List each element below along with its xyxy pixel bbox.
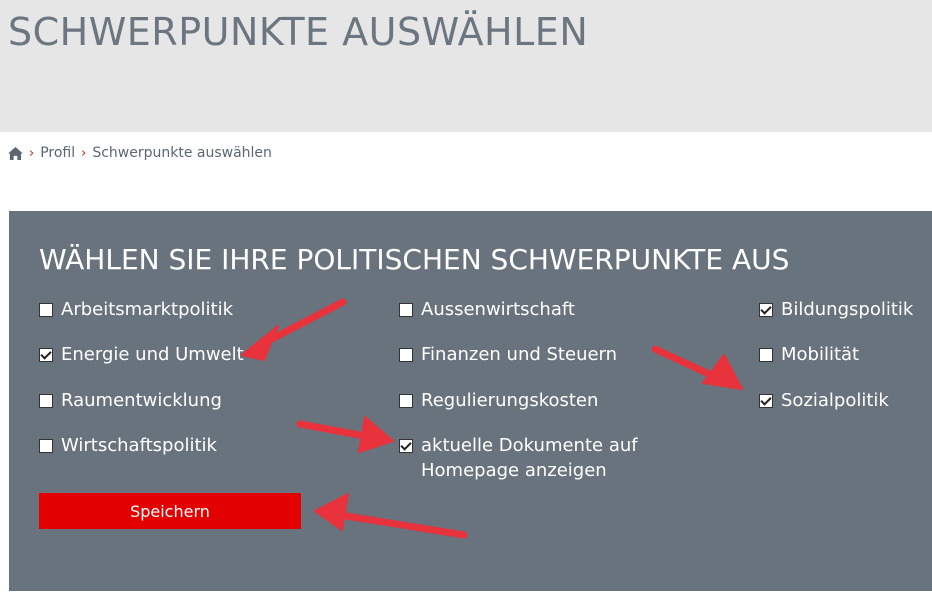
page-header: SCHWERPUNKTE AUSWÄHLEN: [0, 0, 932, 132]
checkbox-box[interactable]: [399, 394, 413, 408]
breadcrumb-separator: ›: [81, 145, 87, 161]
checkbox-label: Bildungspolitik: [781, 299, 914, 320]
checkbox-bildungspolitik[interactable]: Bildungspolitik: [759, 297, 913, 322]
checkbox-show-documents-on-homepage[interactable]: aktuelle Dokumente auf Homepage anzeigen: [399, 433, 731, 483]
checkbox-label: Energie und Umwelt: [61, 344, 244, 365]
checkbox-energie-und-umwelt[interactable]: Energie und Umwelt: [39, 342, 244, 367]
breadcrumb-link-profil[interactable]: Profil: [40, 145, 75, 161]
checkbox-box[interactable]: [399, 439, 413, 453]
checkbox-regulierungskosten[interactable]: Regulierungskosten: [399, 388, 598, 413]
checkbox-arbeitsmarktpolitik[interactable]: Arbeitsmarktpolitik: [39, 297, 233, 322]
checkbox-box[interactable]: [399, 348, 413, 362]
save-button[interactable]: Speichern: [39, 493, 301, 529]
home-icon[interactable]: [8, 146, 23, 160]
checkbox-box[interactable]: [399, 303, 413, 317]
checkbox-label: Arbeitsmarktpolitik: [61, 299, 234, 320]
checkbox-box[interactable]: [39, 394, 53, 408]
checkbox-label: Sozialpolitik: [781, 390, 889, 411]
checkbox-mobilitaet[interactable]: Mobilität: [759, 342, 859, 367]
checkbox-box[interactable]: [759, 303, 773, 317]
checkbox-box[interactable]: [39, 348, 53, 362]
checkbox-aussenwirtschaft[interactable]: Aussenwirtschaft: [399, 297, 575, 322]
checkbox-label: Raumentwicklung: [61, 390, 222, 411]
checkbox-box[interactable]: [759, 394, 773, 408]
checkbox-raumentwicklung[interactable]: Raumentwicklung: [39, 388, 222, 413]
checkbox-label: Wirtschaftspolitik: [61, 435, 217, 456]
section-title: WÄHLEN SIE IHRE POLITISCHEN SCHWERPUNKTE…: [39, 243, 790, 276]
checkbox-label: Mobilität: [781, 344, 860, 365]
checkbox-box[interactable]: [759, 348, 773, 362]
checkbox-label: Regulierungskosten: [421, 390, 599, 411]
checkbox-sozialpolitik[interactable]: Sozialpolitik: [759, 388, 889, 413]
page-title: SCHWERPUNKTE AUSWÄHLEN: [8, 10, 589, 54]
breadcrumb-current: Schwerpunkte auswählen: [92, 145, 272, 161]
breadcrumb: › Profil › Schwerpunkte auswählen: [8, 143, 272, 163]
checkbox-label: aktuelle Dokumente auf Homepage anzeigen: [421, 435, 638, 481]
focus-selection-panel: WÄHLEN SIE IHRE POLITISCHEN SCHWERPUNKTE…: [9, 211, 932, 591]
checkbox-box[interactable]: [39, 303, 53, 317]
checkbox-wirtschaftspolitik[interactable]: Wirtschaftspolitik: [39, 433, 217, 458]
checkbox-label: Aussenwirtschaft: [421, 299, 575, 320]
checkbox-finanzen-und-steuern[interactable]: Finanzen und Steuern: [399, 342, 617, 367]
checkbox-box[interactable]: [39, 439, 53, 453]
checkbox-label: Finanzen und Steuern: [421, 344, 618, 365]
breadcrumb-separator: ›: [29, 145, 35, 161]
